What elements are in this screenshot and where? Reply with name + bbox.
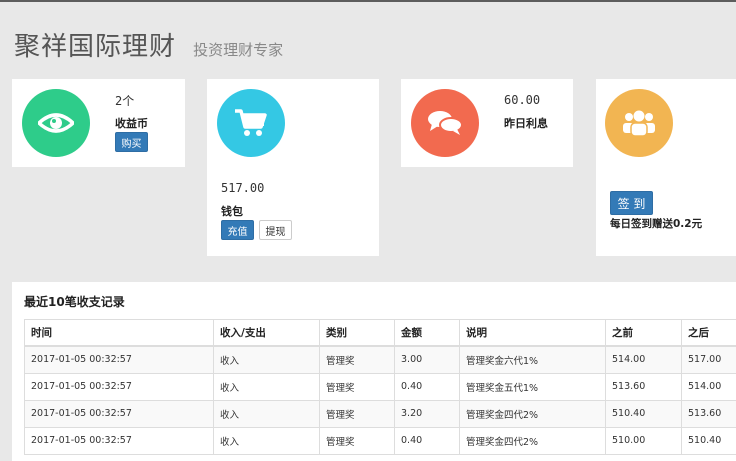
col-category: 类别 [319,319,395,347]
site-title: 聚祥国际理财 [14,32,177,62]
coin-card: 2个 收益币 购买 [12,79,185,167]
table-row: 2017-01-05 00:32:57 收入 管理奖 0.40 管理奖金四代2%… [24,426,736,455]
cell-category: 管理奖 [319,372,395,401]
cell-before: 510.00 [605,426,682,455]
wallet-icon-circle [217,89,285,157]
col-before: 之前 [605,319,682,347]
site-subtitle: 投资理财专家 [193,41,284,59]
interest-card: 60.00 昨日利息 [401,79,573,167]
cell-description: 管理奖金五代1% [459,372,606,401]
signin-icon-circle [605,89,673,157]
table-header-row: 时间 收入/支出 类别 金额 说明 之前 之后 [24,319,736,347]
eye-icon [38,113,74,133]
coin-icon-circle [22,89,90,157]
coin-label: 收益币 [115,117,148,130]
cell-amount: 3.20 [394,399,460,428]
withdraw-button[interactable]: 提现 [259,220,292,240]
signin-card: 签 到 每日签到赠送0.2元 [596,79,736,256]
cell-description: 管理奖金六代1% [459,345,606,374]
cell-type: 收入 [213,345,320,374]
interest-icon-circle [411,89,479,157]
table-row: 2017-01-05 00:32:57 收入 管理奖 0.40 管理奖金五代1%… [24,372,736,401]
wallet-balance: 517.00 [221,181,265,195]
signin-bonus-label: 每日签到赠送0.2元 [610,218,703,230]
col-time: 时间 [24,319,214,347]
table-row: 2017-01-05 00:32:57 收入 管理奖 3.20 管理奖金四代2%… [24,399,736,428]
col-type: 收入/支出 [213,319,320,347]
table-row: 2017-01-05 00:32:57 收入 管理奖 3.00 管理奖金六代1%… [24,345,736,374]
cell-before: 510.40 [605,399,682,428]
chat-icon [428,111,463,135]
top-border [0,0,736,2]
records-table: 时间 收入/支出 类别 金额 说明 之前 之后 2017-01-05 00:32… [24,319,736,455]
cell-description: 管理奖金四代2% [459,399,606,428]
interest-value: 60.00 [504,93,541,107]
cell-category: 管理奖 [319,426,395,455]
signin-button[interactable]: 签 到 [610,191,653,215]
cell-category: 管理奖 [319,399,395,428]
users-icon [623,110,655,137]
cell-type: 收入 [213,399,320,428]
interest-label: 昨日利息 [504,117,548,130]
cell-category: 管理奖 [319,345,395,374]
cell-after: 510.40 [681,426,736,455]
cell-after: 517.00 [681,345,736,374]
cell-amount: 3.00 [394,345,460,374]
recharge-button[interactable]: 充值 [221,220,254,240]
cell-amount: 0.40 [394,426,460,455]
cell-time: 2017-01-05 00:32:57 [24,345,214,374]
cell-time: 2017-01-05 00:32:57 [24,426,214,455]
buy-button[interactable]: 购买 [115,132,148,152]
cell-description: 管理奖金四代2% [459,426,606,455]
cell-time: 2017-01-05 00:32:57 [24,372,214,401]
cell-after: 514.00 [681,372,736,401]
cart-icon [235,109,267,136]
records-title: 最近10笔收支记录 [24,295,125,309]
site-header: 聚祥国际理财 投资理财专家 [14,26,283,63]
cell-type: 收入 [213,426,320,455]
wallet-card: 517.00 钱包 充值 提现 [207,79,379,256]
cell-before: 514.00 [605,345,682,374]
cell-amount: 0.40 [394,372,460,401]
cell-after: 513.60 [681,399,736,428]
coin-count: 2个 [115,94,135,108]
cell-type: 收入 [213,372,320,401]
records-panel: 最近10笔收支记录 时间 收入/支出 类别 金额 说明 之前 之后 2017-0… [12,282,736,461]
col-amount: 金额 [394,319,460,347]
wallet-label: 钱包 [221,205,243,218]
cell-time: 2017-01-05 00:32:57 [24,399,214,428]
col-description: 说明 [459,319,606,347]
col-after: 之后 [681,319,736,347]
cell-before: 513.60 [605,372,682,401]
